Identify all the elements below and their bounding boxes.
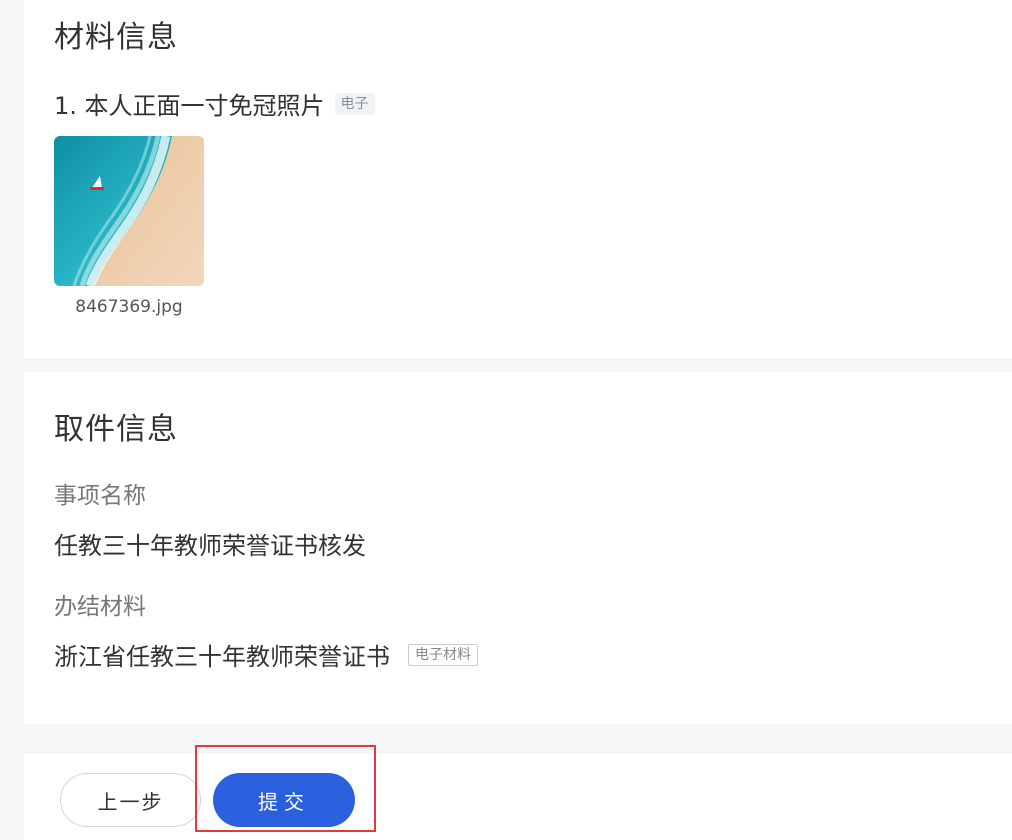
- matter-name-value: 任教三十年教师荣誉证书核发: [54, 532, 366, 560]
- electronic-tag: 电子: [334, 92, 375, 115]
- beach-aerial-image: [54, 136, 204, 286]
- photo-file-name: 8467369.jpg: [75, 297, 183, 317]
- previous-step-button[interactable]: 上一步: [60, 773, 201, 827]
- material-item: 1. 本人正面一寸免冠照片 电子: [54, 86, 375, 121]
- materials-section-title: 材料信息: [54, 20, 178, 55]
- action-bar: 上一步 提交: [24, 745, 1012, 840]
- page-left-margin: [0, 0, 24, 840]
- matter-name-label: 事项名称: [54, 483, 146, 509]
- materials-section: 材料信息 1. 本人正面一寸免冠照片 电子 8467369.jpg: [24, 0, 1012, 358]
- result-material-label: 办结材料: [54, 594, 146, 620]
- result-material-row: 浙江省任教三十年教师荣誉证书 电子材料: [54, 637, 478, 672]
- pickup-section-title: 取件信息: [54, 412, 178, 447]
- material-item-label: 1. 本人正面一寸免冠照片: [54, 92, 325, 120]
- result-material-value: 浙江省任教三十年教师荣誉证书: [54, 643, 390, 671]
- pickup-section: 取件信息 事项名称 任教三十年教师荣誉证书核发 办结材料 浙江省任教三十年教师荣…: [24, 372, 1012, 724]
- submit-button[interactable]: 提交: [213, 773, 355, 827]
- electronic-material-tag: 电子材料: [408, 643, 478, 666]
- photo-thumbnail[interactable]: [54, 136, 204, 286]
